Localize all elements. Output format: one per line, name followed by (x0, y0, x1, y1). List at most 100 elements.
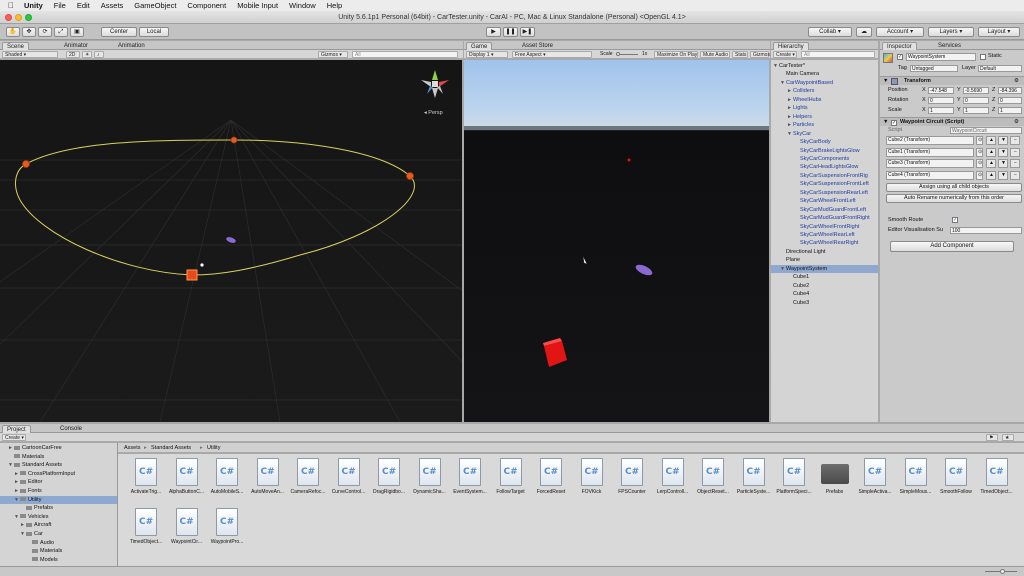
hierarchy-item[interactable]: SkyCarWheelRearRight (771, 239, 878, 247)
asset-script[interactable]: C# CameraRefoc... (288, 456, 328, 500)
remove-button[interactable]: − (1010, 147, 1020, 157)
hierarchy-item[interactable]: ▼CarTester* (771, 62, 878, 70)
hierarchy-item[interactable]: SkyCarHeadLightsGlow (771, 163, 878, 171)
tab-project[interactable]: Project (2, 425, 31, 433)
menu-mobile-input[interactable]: Mobile Input (237, 1, 278, 10)
hierarchy-item[interactable]: ►Particles (771, 121, 878, 129)
hierarchy-item[interactable]: Cube1 (771, 273, 878, 281)
smooth-route-checkbox[interactable]: ✓ (952, 217, 958, 223)
position-x-field[interactable]: -47.548 (928, 87, 954, 94)
asset-script[interactable]: C# ParticleSyste... (734, 456, 774, 500)
move-down-button[interactable]: ▼ (998, 147, 1008, 157)
collab-button[interactable]: Collab ▾ (808, 27, 852, 37)
object-name-field[interactable]: WaypointSystem (906, 53, 976, 61)
hierarchy-item[interactable]: SkyCarBrakeLightsGlow (771, 147, 878, 155)
hierarchy-item[interactable]: Cube3 (771, 299, 878, 307)
menu-component[interactable]: Component (187, 1, 226, 10)
asset-script[interactable]: C# WaypointCir... (167, 506, 207, 550)
display-dropdown[interactable]: Display 1 ▾ (466, 51, 508, 58)
object-picker-icon[interactable]: ⊙ (976, 170, 983, 180)
scale-tool-icon[interactable]: ⤢ (54, 27, 68, 37)
move-up-button[interactable]: ▲ (986, 170, 996, 180)
menu-edit[interactable]: Edit (77, 1, 90, 10)
hierarchy-item[interactable]: SkyCarSuspensionRearLeft (771, 189, 878, 197)
move-tool-icon[interactable]: ✥ (22, 27, 36, 37)
persp-label[interactable]: ◂ Persp (424, 110, 443, 116)
position-z-field[interactable]: -84.396 (998, 87, 1022, 94)
audio-toggle-icon[interactable]: ♪ (94, 51, 104, 58)
step-button[interactable]: ▶❚ (520, 27, 535, 37)
project-tree-item[interactable]: Audio (0, 539, 117, 547)
asset-script[interactable]: C# CurveControl... (329, 456, 369, 500)
project-star-icon[interactable]: ★ (1002, 434, 1014, 441)
move-up-button[interactable]: ▲ (986, 159, 996, 168)
project-tree-item[interactable]: ► CartoonCarFree (0, 444, 117, 452)
breadcrumb-standard-assets[interactable]: Standard Assets (151, 444, 191, 452)
auto-rename-button[interactable]: Auto Rename numerically from this order (886, 194, 1022, 203)
layout-dropdown[interactable]: Layout ▾ (978, 27, 1020, 37)
tab-scene[interactable]: Scene (2, 42, 30, 50)
breadcrumb-utility[interactable]: Utility (207, 444, 220, 452)
scene-search-input[interactable]: All (352, 51, 458, 58)
rect-tool-icon[interactable]: ▣ (70, 27, 84, 37)
scale-y-field[interactable]: 1 (963, 107, 989, 114)
asset-script[interactable]: C# FPSCounter (612, 456, 652, 500)
play-button[interactable]: ▶ (486, 27, 501, 37)
waypoint-node[interactable] (406, 172, 414, 180)
waypoint-item-field[interactable]: Cube4 (Transform) (886, 170, 974, 180)
waypoint-node[interactable] (22, 160, 30, 168)
icon-size-slider-handle[interactable] (1000, 569, 1005, 574)
add-component-button[interactable]: Add Component (890, 241, 1014, 252)
waypoint-item-field[interactable]: Cube3 (Transform) (886, 159, 974, 168)
transform-header[interactable]: ▼ Transform ⚙ (880, 76, 1024, 85)
hierarchy-item[interactable]: ►Lights (771, 104, 878, 112)
project-create-dropdown[interactable]: Create ▾ (2, 434, 26, 441)
asset-script[interactable]: C# AutoMoveAn... (248, 456, 288, 500)
project-tree-item[interactable]: Materials (0, 453, 117, 461)
rotation-z-field[interactable]: 0 (998, 97, 1022, 104)
transform-settings-icon[interactable]: ⚙ (1014, 77, 1019, 85)
layers-dropdown[interactable]: Layers ▾ (928, 27, 974, 37)
asset-script[interactable]: C# SmoothFollow (936, 456, 976, 500)
hierarchy-item[interactable]: SkyCarWheelRearLeft (771, 231, 878, 239)
asset-script[interactable]: C# ActivateTrig... (126, 456, 166, 500)
waypoint-item-field[interactable]: Cube1 (Transform) (886, 147, 974, 157)
hand-tool-icon[interactable]: ✋ (6, 27, 20, 37)
hierarchy-item[interactable]: SkyCarComponents (771, 155, 878, 163)
menu-app-unity[interactable]: Unity (24, 1, 43, 10)
asset-folder[interactable]: Prefabs (815, 456, 855, 500)
hierarchy-search-input[interactable]: All (801, 51, 875, 58)
waypoint-node-selected[interactable] (186, 269, 198, 281)
asset-script[interactable]: C# SimpleMous... (896, 456, 936, 500)
waypoint-node[interactable] (230, 136, 238, 144)
hierarchy-item[interactable]: ▼WaypointSystem (771, 264, 878, 273)
waypoint-settings-icon[interactable]: ⚙ (1014, 118, 1019, 126)
asset-script[interactable]: C# AutoMobileS... (207, 456, 247, 500)
assign-children-button[interactable]: Assign using all child objects (886, 183, 1022, 192)
project-tree-item[interactable]: ► Aircraft (0, 521, 117, 529)
remove-button[interactable]: − (1010, 136, 1020, 145)
menu-gameobject[interactable]: GameObject (134, 1, 176, 10)
project-filter-icon[interactable]: ⚑ (986, 434, 998, 441)
remove-button[interactable]: − (1010, 159, 1020, 168)
asset-script[interactable]: C# AlphaButtonC... (167, 456, 207, 500)
project-tree-item[interactable]: ▼ Standard Assets (0, 461, 117, 469)
asset-script[interactable]: C# DragRigidbo... (369, 456, 409, 500)
tag-dropdown[interactable]: Untagged (910, 65, 958, 72)
rotate-tool-icon[interactable]: ⟳ (38, 27, 52, 37)
project-tree-item[interactable]: Models (0, 556, 117, 564)
project-tree-item[interactable]: ▼ Car (0, 530, 117, 538)
asset-script[interactable]: C# PlatformSpeci... (774, 456, 814, 500)
layer-dropdown[interactable]: Default (978, 65, 1022, 72)
asset-script[interactable]: C# ObjectReset... (693, 456, 733, 500)
2d-toggle[interactable]: 2D (66, 51, 80, 58)
rotation-y-field[interactable]: 0 (963, 97, 989, 104)
position-y-field[interactable]: -0.5690 (963, 87, 989, 94)
scale-z-field[interactable]: 1 (998, 107, 1022, 114)
hierarchy-item[interactable]: ►Helpers (771, 113, 878, 121)
hierarchy-item[interactable]: SkyCarWheelFrontLeft (771, 197, 878, 205)
object-picker-icon[interactable]: ⊙ (976, 136, 983, 145)
project-tree-item[interactable]: Prefabs (0, 504, 117, 512)
active-checkbox[interactable]: ✓ (897, 54, 903, 60)
aspect-dropdown[interactable]: Free Aspect ▾ (512, 51, 592, 58)
